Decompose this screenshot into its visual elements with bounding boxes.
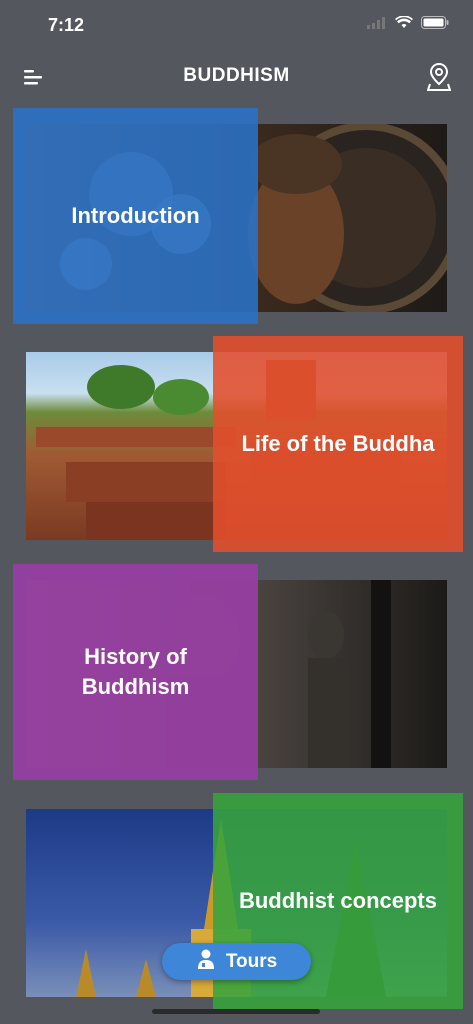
map-pin-icon (426, 62, 452, 96)
card-history-of-buddhism[interactable]: History of Buddhism (13, 564, 447, 780)
card-overlay: Life of the Buddha (213, 336, 463, 552)
home-indicator (152, 1009, 320, 1014)
tours-button[interactable]: Tours (162, 943, 311, 980)
navbar: BUDDHISM (0, 50, 473, 104)
card-title: Introduction (71, 203, 200, 229)
card-overlay: History of Buddhism (13, 564, 258, 780)
tours-label: Tours (225, 950, 278, 972)
card-title: Life of the Buddha (241, 431, 435, 457)
wifi-icon (395, 15, 413, 34)
card-life-of-the-buddha[interactable]: Life of the Buddha (26, 336, 463, 552)
card-overlay: Introduction (13, 108, 258, 324)
card-title: History of Buddhism (81, 644, 190, 699)
location-button[interactable] (426, 60, 452, 92)
card-introduction[interactable]: Introduction (13, 108, 447, 324)
card-title: Buddhist concepts (238, 888, 437, 914)
tour-guide-icon (196, 948, 216, 976)
battery-icon (421, 16, 449, 34)
status-time: 7:12 (48, 15, 85, 35)
page-title: BUDDHISM (183, 65, 290, 86)
status-icons (367, 15, 449, 34)
status-bar: 7:12 (0, 0, 473, 50)
signal-icon (367, 16, 387, 34)
